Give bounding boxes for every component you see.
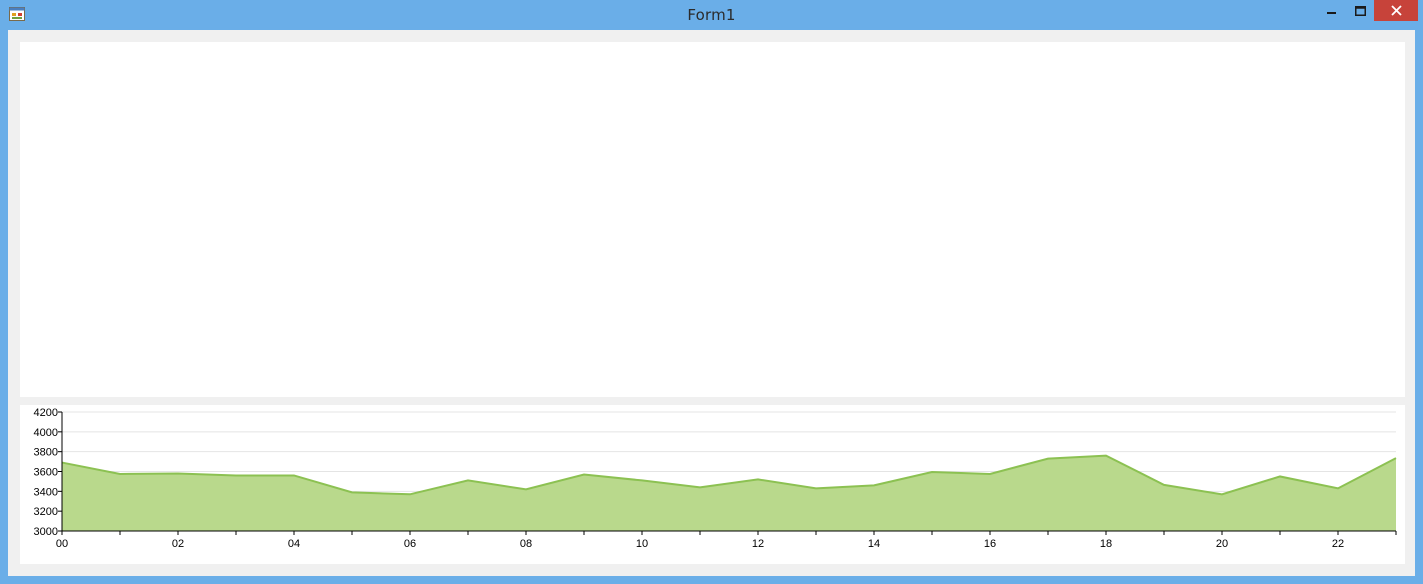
top-panel — [20, 42, 1405, 397]
x-tick-label: 10 — [636, 538, 648, 550]
y-tick-label: 3000 — [34, 526, 58, 538]
x-tick-label: 22 — [1332, 538, 1344, 550]
close-icon — [1390, 5, 1402, 16]
x-tick-label: 14 — [868, 538, 880, 550]
area-chart: 3000 3200 3400 3600 3800 4000 4200 00 02 04 06 08 10… — [34, 407, 1397, 550]
x-tick-label: 04 — [288, 538, 300, 550]
title-bar[interactable]: Form1 — [0, 0, 1423, 30]
minimize-icon — [1327, 11, 1336, 14]
form-window: Form1 3000 3200 3400 3600 3800 4000 4200 00 02 04… — [0, 0, 1423, 584]
y-tick-label: 4200 — [34, 407, 58, 419]
y-tick-label: 3800 — [34, 447, 58, 459]
x-tick-label: 18 — [1100, 538, 1112, 550]
x-tick-label: 16 — [984, 538, 996, 550]
y-tick-label: 3200 — [34, 506, 58, 518]
y-tick-label: 4000 — [34, 427, 58, 439]
x-tick-label: 12 — [752, 538, 764, 550]
x-tick-label: 20 — [1216, 538, 1228, 550]
close-button[interactable] — [1374, 0, 1418, 21]
y-tick-label: 3600 — [34, 467, 58, 479]
x-tick-label: 06 — [404, 538, 416, 550]
window-title: Form1 — [687, 6, 736, 24]
x-tick-label: 00 — [56, 538, 68, 550]
x-tick-label: 02 — [172, 538, 184, 550]
x-tick-label: 08 — [520, 538, 532, 550]
y-tick-label: 3400 — [34, 486, 58, 498]
series-area — [62, 455, 1396, 531]
client-area: 3000 3200 3400 3600 3800 4000 4200 00 02 04 06 08 10… — [8, 30, 1415, 576]
chart-panel: 3000 3200 3400 3600 3800 4000 4200 00 02 04 06 08 10… — [20, 405, 1405, 564]
maximize-button[interactable] — [1346, 0, 1374, 21]
minimize-button[interactable] — [1318, 0, 1346, 21]
maximize-icon — [1354, 5, 1366, 16]
